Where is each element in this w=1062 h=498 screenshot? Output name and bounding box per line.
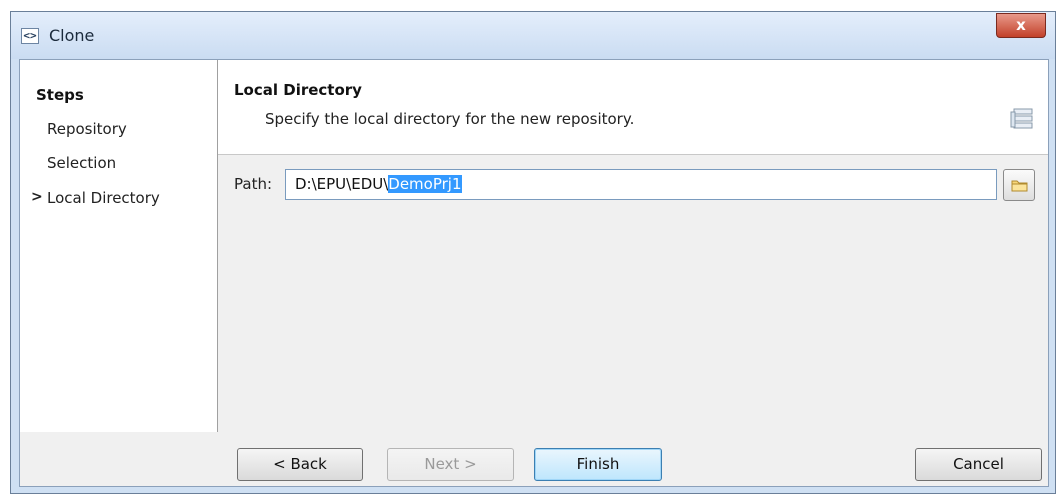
step-label: Local Directory (47, 189, 160, 207)
step-label: Repository (47, 120, 127, 138)
step-label: Selection (47, 154, 117, 172)
finish-button[interactable]: Finish (534, 448, 662, 481)
path-label: Path: (234, 175, 273, 193)
clone-dialog: <> Clone x Steps Repository Selection > … (10, 11, 1056, 494)
path-input[interactable]: D:\EPU\EDU\DemoPrj1 (285, 169, 997, 200)
close-button[interactable]: x (996, 13, 1046, 38)
dialog-content: Steps Repository Selection > Local Direc… (19, 59, 1049, 487)
path-text: D:\EPU\EDU\ (295, 175, 389, 193)
step-repository: Repository (47, 120, 127, 138)
page-header: Local Directory Specify the local direct… (218, 60, 1048, 155)
cancel-button[interactable]: Cancel (915, 448, 1042, 481)
title-bar[interactable]: <> Clone x (11, 12, 1055, 59)
page-description: Specify the local directory for the new … (265, 110, 635, 128)
steps-title: Steps (36, 86, 84, 104)
steps-panel: Steps Repository Selection > Local Direc… (20, 60, 218, 432)
window-title: Clone (49, 26, 95, 45)
step-local-directory: > Local Directory (31, 189, 160, 207)
current-step-arrow-icon: > (31, 189, 43, 205)
path-selected-text: DemoPrj1 (388, 175, 462, 193)
code-icon: <> (21, 28, 39, 44)
back-button[interactable]: < Back (237, 448, 363, 481)
list-icon (1010, 108, 1033, 129)
folder-icon (1011, 180, 1028, 192)
step-selection: Selection (47, 154, 116, 172)
next-button[interactable]: Next > (387, 448, 514, 481)
browse-button[interactable] (1003, 169, 1035, 201)
page-title: Local Directory (234, 81, 362, 99)
